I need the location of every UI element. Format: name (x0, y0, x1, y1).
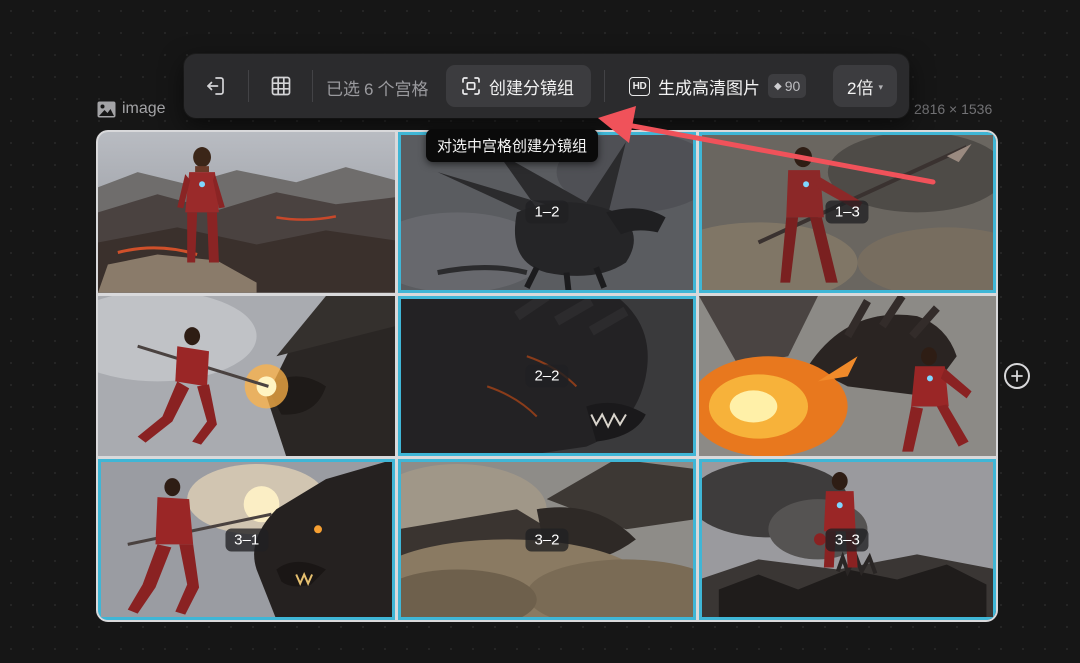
add-button[interactable] (1004, 363, 1030, 389)
chevron-down-icon: ▾ (878, 81, 883, 92)
credit-gem-icon: ◆ (774, 80, 782, 92)
exit-icon (207, 77, 224, 95)
grid-cell-label: 3–1 (225, 528, 269, 552)
upscale-multiplier-label: 2倍 (847, 78, 874, 98)
storyboard-tooltip: 对选中宫格创建分镜组 (426, 129, 599, 162)
grid-cell-2-1[interactable] (98, 295, 396, 457)
grid-cell-3-1[interactable]: 3–1 (98, 459, 396, 620)
selection-status-prefix: 已选 (326, 80, 360, 99)
toolbar-separator (604, 70, 605, 102)
credit-cost-value: 90 (784, 78, 801, 94)
grid-cell-2-3[interactable] (698, 295, 996, 457)
selection-count: 6 (364, 80, 374, 99)
grid-cell-label: 3–3 (825, 528, 869, 552)
toolbar-separator (312, 70, 313, 102)
generate-hd-button[interactable]: HD 生成高清图片 ◆ 90 (629, 65, 807, 107)
scan-frame-icon (462, 77, 480, 95)
grid-cell-2-2[interactable]: 2–2 (398, 295, 696, 457)
grid-cell-label: 1–2 (525, 200, 569, 224)
generate-hd-label: 生成高清图片 (658, 78, 760, 98)
scene-dragon-fire-breath (698, 295, 996, 457)
selection-status: 已选 6 个宫格 (326, 75, 428, 100)
grid-cell-label: 2–2 (525, 364, 569, 388)
hd-icon: HD (629, 76, 650, 96)
grid-cell-label: 3–2 (525, 528, 569, 552)
credit-cost-badge: ◆ 90 (768, 74, 807, 98)
create-storyboard-button[interactable]: 创建分镜组 (446, 65, 591, 107)
plus-icon (1011, 370, 1023, 382)
image-grid: 1–2 1–3 2–2 3–1 3–2 3–3 (96, 130, 998, 622)
frame-label-text: image (122, 100, 166, 117)
scene-hero-on-volcano (98, 132, 396, 293)
grid-icon (271, 76, 291, 96)
toolbar-separator (248, 70, 249, 102)
frame-label: image (97, 100, 166, 118)
floating-toolbar: 已选 6 个宫格 创建分镜组 HD 生成高清图片 ◆ 90 2倍 ▾ (184, 54, 909, 118)
grid-cell-1-3[interactable]: 1–3 (698, 132, 996, 293)
scene-hero-attacks-dragon (98, 295, 396, 457)
grid-cell-3-2[interactable]: 3–2 (398, 459, 696, 620)
grid-cell-1-1[interactable] (98, 132, 396, 293)
selection-status-suffix: 个宫格 (377, 80, 429, 99)
exit-button[interactable] (196, 67, 234, 105)
frame-dimensions: 2816 × 1536 (914, 101, 993, 117)
grid-button[interactable] (262, 67, 300, 105)
upscale-multiplier-dropdown[interactable]: 2倍 ▾ (833, 65, 897, 107)
grid-cell-3-3[interactable]: 3–3 (698, 459, 996, 620)
create-storyboard-label: 创建分镜组 (489, 78, 574, 98)
image-icon (97, 101, 116, 117)
grid-cell-label: 1–3 (825, 200, 869, 224)
